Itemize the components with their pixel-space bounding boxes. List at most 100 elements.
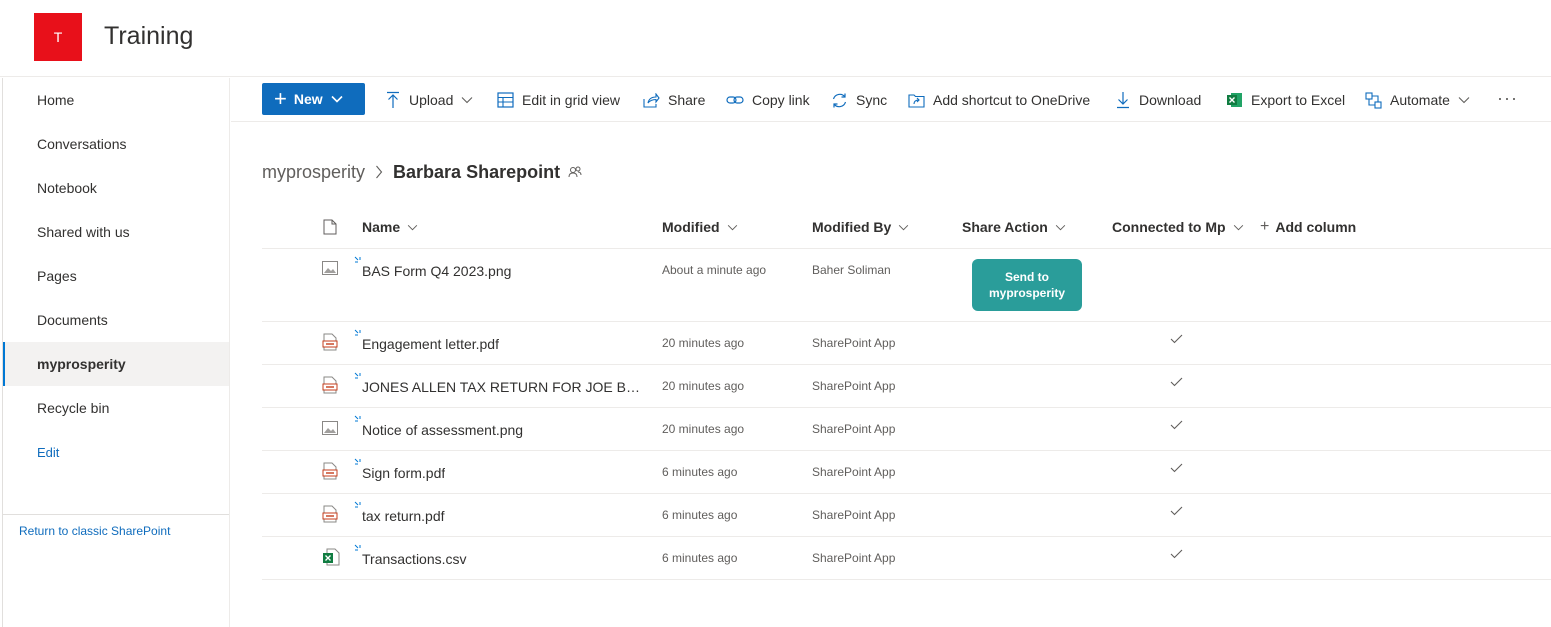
excel-file-icon [323, 548, 340, 566]
checkmark-icon [1170, 377, 1183, 387]
modified-by: SharePoint App [812, 422, 896, 436]
chevron-down-icon [727, 224, 737, 230]
people-icon[interactable] [568, 165, 582, 179]
site-header: T Training [0, 0, 1551, 77]
upload-button[interactable]: Upload [385, 78, 473, 122]
table-row[interactable]: Engagement letter.pdf 20 minutes ago Sha… [262, 322, 1551, 365]
site-title[interactable]: Training [104, 22, 193, 51]
breadcrumb-current[interactable]: Barbara Sharepoint [393, 162, 560, 183]
left-navigation: Home Conversations Notebook Shared with … [2, 78, 230, 627]
nav-item-documents[interactable]: Documents [3, 298, 229, 342]
file-name[interactable]: tax return.pdf [362, 508, 445, 524]
nav-item-pages[interactable]: Pages [3, 254, 229, 298]
modified-time: 6 minutes ago [662, 465, 738, 479]
sync-status-icon [354, 372, 361, 379]
plus-icon: + [274, 86, 287, 111]
sync-status-icon [354, 329, 361, 336]
modified-by: Baher Soliman [812, 263, 891, 277]
new-button-label: New [293, 91, 323, 107]
sync-label: Sync [856, 92, 888, 108]
automate-button[interactable]: Automate [1365, 78, 1470, 122]
copy-link-button[interactable]: Copy link [726, 78, 810, 122]
send-to-myprosperity-button[interactable]: Send to myprosperity [972, 259, 1082, 311]
sync-button[interactable]: Sync [831, 78, 887, 122]
file-name[interactable]: Engagement letter.pdf [362, 336, 499, 352]
checkmark-icon [1170, 549, 1183, 559]
edit-grid-view-label: Edit in grid view [522, 92, 621, 108]
table-row[interactable]: Transactions.csv 6 minutes ago SharePoin… [262, 537, 1551, 580]
table-row[interactable]: tax return.pdf 6 minutes ago SharePoint … [262, 494, 1551, 537]
site-logo[interactable]: T [34, 13, 82, 61]
edit-grid-view-button[interactable]: Edit in grid view [497, 78, 620, 122]
new-button[interactable]: + New [262, 83, 365, 115]
nav-item-home[interactable]: Home [3, 78, 229, 122]
nav-item-shared-with-us[interactable]: Shared with us [3, 210, 229, 254]
modified-time: About a minute ago [662, 263, 767, 277]
nav-item-notebook[interactable]: Notebook [3, 166, 229, 210]
column-header-connected[interactable]: Connected to Mp [1112, 205, 1244, 249]
modified-by: SharePoint App [812, 379, 896, 393]
nav-edit-link[interactable]: Edit [3, 430, 229, 474]
modified-time: 20 minutes ago [662, 422, 745, 436]
column-header-name[interactable]: Name [362, 205, 418, 249]
table-row[interactable]: Sign form.pdf 6 minutes ago SharePoint A… [262, 451, 1551, 494]
export-excel-button[interactable]: Export to Excel [1226, 78, 1345, 122]
upload-icon [387, 91, 399, 108]
excel-icon [1227, 93, 1242, 107]
sync-status-icon [354, 544, 361, 551]
column-headers: Name Modified Modified By Share Action C… [262, 205, 1551, 249]
breadcrumb-parent[interactable]: myprosperity [262, 162, 365, 183]
table-row[interactable]: JONES ALLEN TAX RETURN FOR JOE BLOGGS.pd… [262, 365, 1551, 408]
pdf-file-icon [322, 505, 338, 523]
modified-time: 6 minutes ago [662, 551, 738, 565]
modified-by: SharePoint App [812, 465, 896, 479]
sync-status-icon [354, 415, 361, 422]
checkmark-icon [1170, 506, 1183, 516]
add-shortcut-label: Add shortcut to OneDrive [933, 92, 1091, 108]
chevron-down-icon [407, 224, 418, 230]
chevron-down-icon [899, 224, 909, 230]
nav-item-conversations[interactable]: Conversations [3, 122, 229, 166]
document-list: Name Modified Modified By Share Action C… [262, 205, 1551, 580]
file-name[interactable]: Sign form.pdf [362, 465, 445, 481]
sync-status-icon [354, 501, 361, 508]
modified-by: SharePoint App [812, 551, 896, 565]
breadcrumb: myprosperity Barbara Sharepoint [262, 160, 582, 184]
share-icon [643, 92, 660, 108]
more-options-button[interactable]: ··· [1497, 88, 1518, 109]
share-button[interactable]: Share [643, 78, 705, 122]
chevron-right-icon [376, 165, 383, 179]
shortcut-icon [908, 94, 925, 108]
file-name[interactable]: JONES ALLEN TAX RETURN FOR JOE BLOGGS.pd… [362, 379, 640, 395]
file-name[interactable]: Transactions.csv [362, 551, 467, 567]
image-file-icon [322, 261, 338, 275]
sync-status-icon [354, 256, 361, 263]
download-button[interactable]: Download [1115, 78, 1201, 122]
modified-by: SharePoint App [812, 508, 896, 522]
sync-status-icon [354, 458, 361, 465]
checkmark-icon [1170, 463, 1183, 473]
column-header-modified-by[interactable]: Modified By [812, 205, 909, 249]
modified-by: SharePoint App [812, 336, 896, 350]
chevron-down-icon [331, 95, 343, 103]
share-label: Share [668, 92, 706, 108]
checkmark-icon [1170, 334, 1183, 344]
nav-item-myprosperity[interactable]: myprosperity [3, 342, 229, 386]
column-header-share-action[interactable]: Share Action [962, 205, 1066, 249]
file-type-column-icon[interactable] [323, 219, 337, 235]
return-to-classic-link[interactable]: Return to classic SharePoint [19, 524, 170, 538]
command-bar: + New Upload Edit in grid view Share Cop… [231, 78, 1551, 122]
add-column-button[interactable]: + Add column [1260, 205, 1356, 249]
file-name[interactable]: BAS Form Q4 2023.png [362, 263, 511, 279]
chevron-down-icon [1055, 224, 1066, 230]
nav-item-recycle-bin[interactable]: Recycle bin [3, 386, 229, 430]
modified-time: 20 minutes ago [662, 336, 745, 350]
chevron-down-icon [461, 97, 473, 104]
chevron-down-icon [1233, 224, 1243, 230]
add-shortcut-button[interactable]: Add shortcut to OneDrive [908, 78, 1090, 122]
column-header-modified[interactable]: Modified [662, 205, 738, 249]
sync-icon [832, 93, 847, 107]
table-row[interactable]: Notice of assessment.png 20 minutes ago … [262, 408, 1551, 451]
table-row[interactable]: BAS Form Q4 2023.png About a minute ago … [262, 249, 1551, 322]
file-name[interactable]: Notice of assessment.png [362, 422, 523, 438]
